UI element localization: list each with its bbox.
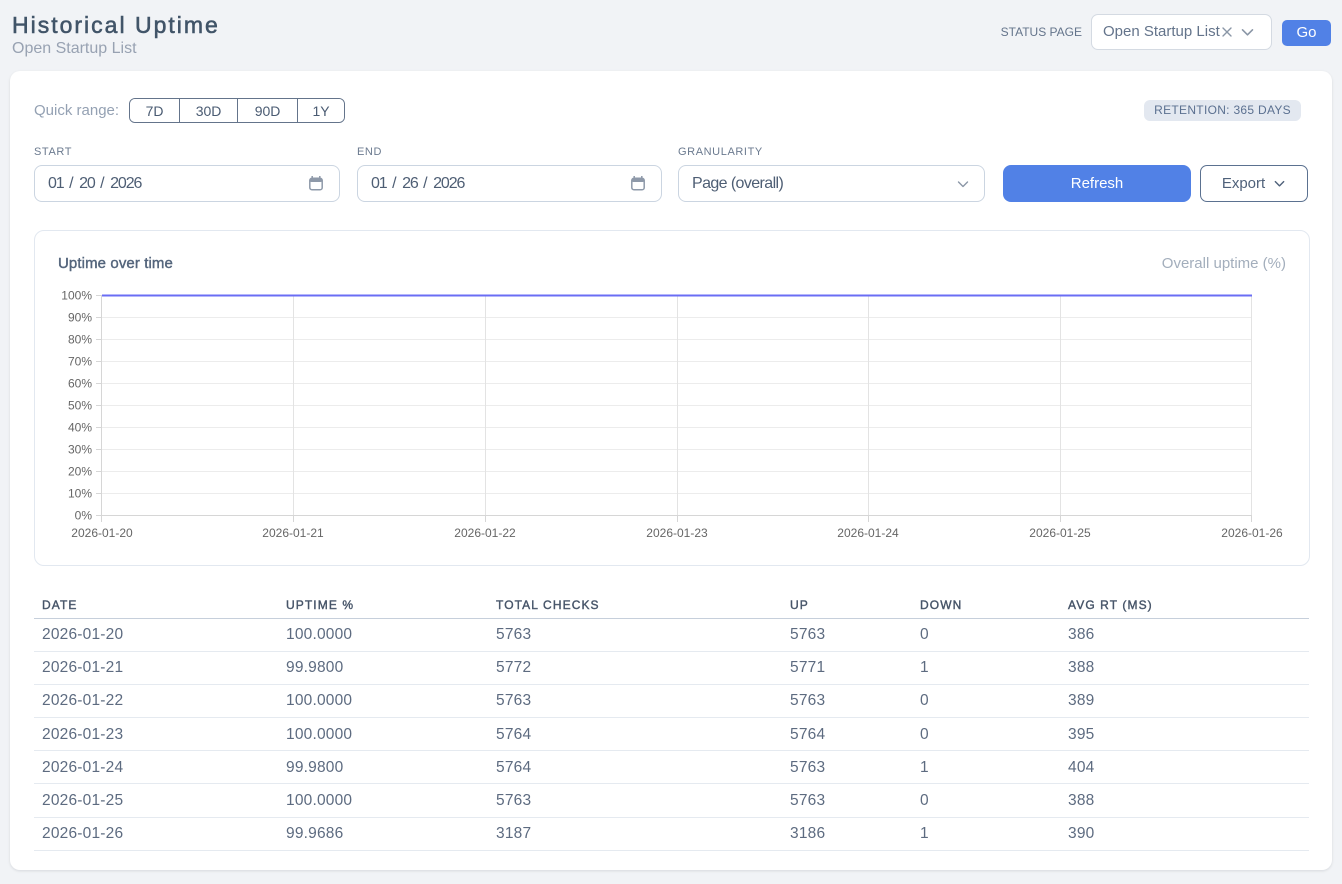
svg-text:2026-01-21: 2026-01-21 xyxy=(262,526,324,540)
svg-text:2026-01-26: 2026-01-26 xyxy=(1221,526,1283,540)
svg-text:70%: 70% xyxy=(68,355,92,369)
svg-text:40%: 40% xyxy=(68,421,92,435)
svg-text:80%: 80% xyxy=(68,333,92,347)
svg-text:90%: 90% xyxy=(68,311,92,325)
svg-text:2026-01-24: 2026-01-24 xyxy=(837,526,899,540)
svg-text:2026-01-25: 2026-01-25 xyxy=(1029,526,1091,540)
svg-text:30%: 30% xyxy=(68,443,92,457)
svg-text:50%: 50% xyxy=(68,399,92,413)
svg-text:0%: 0% xyxy=(75,509,93,523)
svg-text:2026-01-22: 2026-01-22 xyxy=(454,526,516,540)
svg-text:20%: 20% xyxy=(68,465,92,479)
svg-text:100%: 100% xyxy=(61,289,92,303)
svg-text:2026-01-23: 2026-01-23 xyxy=(646,526,708,540)
svg-text:10%: 10% xyxy=(68,487,92,501)
svg-text:60%: 60% xyxy=(68,377,92,391)
svg-text:2026-01-20: 2026-01-20 xyxy=(71,526,133,540)
